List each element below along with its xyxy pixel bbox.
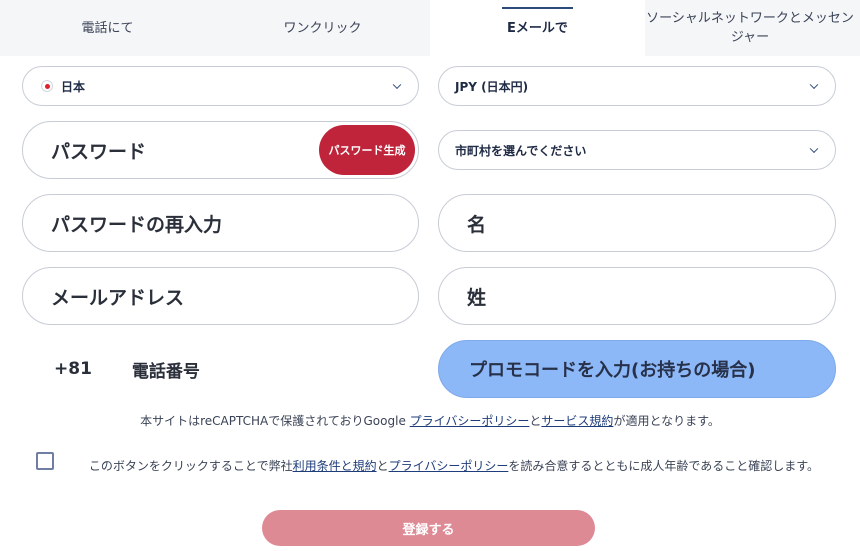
currency-value: JPY (日本円) <box>455 79 529 94</box>
recaptcha-suffix: が適用となります。 <box>613 414 720 428</box>
first-name-field[interactable]: 名 <box>438 194 836 252</box>
terms-conditions-link[interactable]: 利用条件と規約 <box>293 459 377 473</box>
terms-agreement-text: このボタンをクリックすることで弊社利用条件と規約とプライバシーポリシーを読み合意… <box>78 454 830 478</box>
first-name-placeholder: 名 <box>467 213 487 236</box>
terms-prefix: このボタンをクリックすることで弊社 <box>88 459 293 473</box>
promo-code-placeholder: プロモコードを入力(お持ちの場合) <box>469 360 756 381</box>
recaptcha-prefix: 本サイトはreCAPTCHAで保護されておりGoogle <box>140 414 410 428</box>
phone-row: +81 電話番号 <box>22 340 419 398</box>
tab-social-messenger[interactable]: ソーシャルネットワークとメッセンジャー <box>640 0 860 56</box>
privacy-policy-link[interactable]: プライバシーポリシー <box>389 459 509 473</box>
agree-checkbox[interactable] <box>36 452 54 470</box>
recaptcha-and: と <box>529 414 542 428</box>
generate-password-button[interactable]: パスワード生成 <box>319 125 415 175</box>
last-name-placeholder: 姓 <box>467 286 487 309</box>
phone-input[interactable]: 電話番号 <box>132 357 200 382</box>
google-terms-link[interactable]: サービス規約 <box>541 414 613 428</box>
chevron-down-icon <box>392 80 402 90</box>
repeat-password-field[interactable]: パスワードの再入力 <box>22 194 419 252</box>
registration-tabs: 電話にて ワンクリック Eメールで ソーシャルネットワークとメッセンジャー <box>0 0 860 56</box>
terms-suffix: を読み合意するとともに成人年齢であること確認します。 <box>508 459 820 473</box>
promo-code-field[interactable]: プロモコードを入力(お持ちの場合) <box>438 340 836 398</box>
city-value: 市町村を選んでください <box>455 143 587 158</box>
password-field[interactable]: パスワード パスワード生成 <box>22 121 419 179</box>
terms-and: と <box>376 459 389 473</box>
phone-country-code[interactable]: +81 <box>54 359 92 379</box>
currency-select[interactable]: JPY (日本円) <box>438 66 836 106</box>
google-privacy-link[interactable]: プライバシーポリシー <box>410 414 530 428</box>
last-name-field[interactable]: 姓 <box>438 267 836 325</box>
country-select[interactable]: 日本 <box>22 66 419 106</box>
chevron-down-icon <box>809 80 819 90</box>
repeat-password-placeholder: パスワードの再入力 <box>51 213 223 236</box>
password-placeholder: パスワード <box>51 140 147 163</box>
chevron-down-icon <box>809 144 819 154</box>
tab-email[interactable]: Eメールで <box>430 0 645 56</box>
country-value: 日本 <box>61 79 86 94</box>
tab-phone[interactable]: 電話にて <box>0 0 215 56</box>
japan-flag-icon <box>41 80 53 92</box>
tab-oneclick[interactable]: ワンクリック <box>215 0 430 56</box>
email-field[interactable]: メールアドレス <box>22 267 419 325</box>
email-placeholder: メールアドレス <box>51 286 185 309</box>
recaptcha-notice: 本サイトはreCAPTCHAで保護されておりGoogle プライバシーポリシーと… <box>0 412 860 429</box>
city-select[interactable]: 市町村を選んでください <box>438 130 836 170</box>
register-button[interactable]: 登録する <box>262 510 595 546</box>
